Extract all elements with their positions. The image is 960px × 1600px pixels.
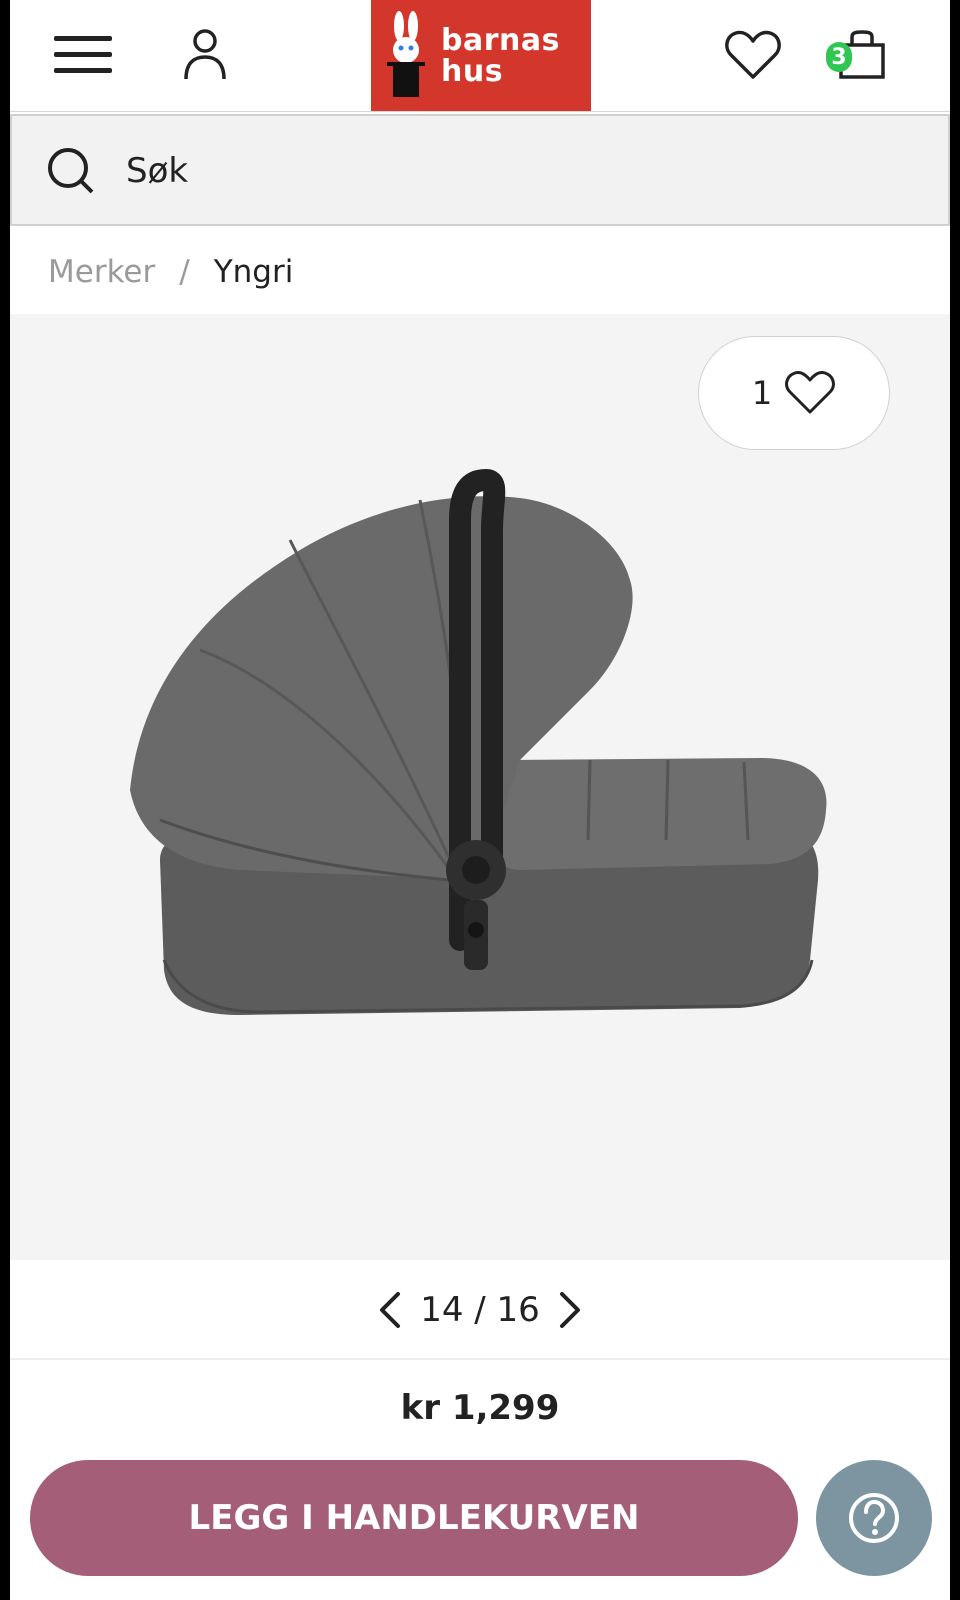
heart-outline-icon	[785, 371, 836, 414]
menu-button[interactable]	[48, 20, 118, 90]
previous-image-button[interactable]	[370, 1285, 410, 1335]
breadcrumb-link-merker[interactable]: Merker	[48, 254, 155, 290]
product-page: barnas hus 3 Merker / Yngri	[10, 0, 950, 1600]
chevron-right-icon	[559, 1292, 580, 1328]
like-button[interactable]: 1	[698, 336, 890, 450]
breadcrumb-separator: /	[179, 254, 190, 290]
brand-line-1: barnas	[441, 22, 560, 58]
search-bar	[10, 114, 950, 226]
account-button[interactable]	[170, 20, 240, 90]
image-counter: 14 / 16	[420, 1290, 540, 1330]
top-header: barnas hus 3	[10, 0, 950, 112]
cart-button[interactable]: 3	[820, 20, 890, 90]
like-count: 1	[751, 374, 773, 412]
wishlist-button[interactable]	[718, 20, 788, 90]
rabbit-hat-logo-icon	[371, 0, 441, 111]
brand-line-2: hus	[441, 53, 504, 89]
brand-name: barnas hus	[441, 25, 560, 87]
breadcrumb-current: Yngri	[213, 254, 294, 290]
search-input[interactable]	[126, 146, 886, 196]
product-image-bassinet[interactable]	[120, 460, 860, 1050]
heart-icon	[725, 30, 781, 79]
product-price: kr 1,299	[400, 1388, 560, 1428]
search-icon[interactable]	[44, 144, 116, 216]
brand-logo[interactable]: barnas hus	[371, 0, 591, 111]
help-button[interactable]	[816, 1460, 932, 1576]
add-to-cart-button[interactable]: LEGG I HANDLEKURVEN	[30, 1460, 798, 1576]
user-icon	[184, 29, 226, 80]
breadcrumb: Merker / Yngri	[48, 250, 293, 294]
help-icon	[849, 1493, 899, 1543]
menu-icon	[54, 36, 112, 73]
next-image-button[interactable]	[550, 1285, 590, 1335]
image-pager: 14 / 16	[10, 1262, 950, 1358]
cart-count-badge: 3	[826, 42, 852, 72]
divider	[10, 1358, 950, 1360]
chevron-left-icon	[380, 1292, 401, 1328]
